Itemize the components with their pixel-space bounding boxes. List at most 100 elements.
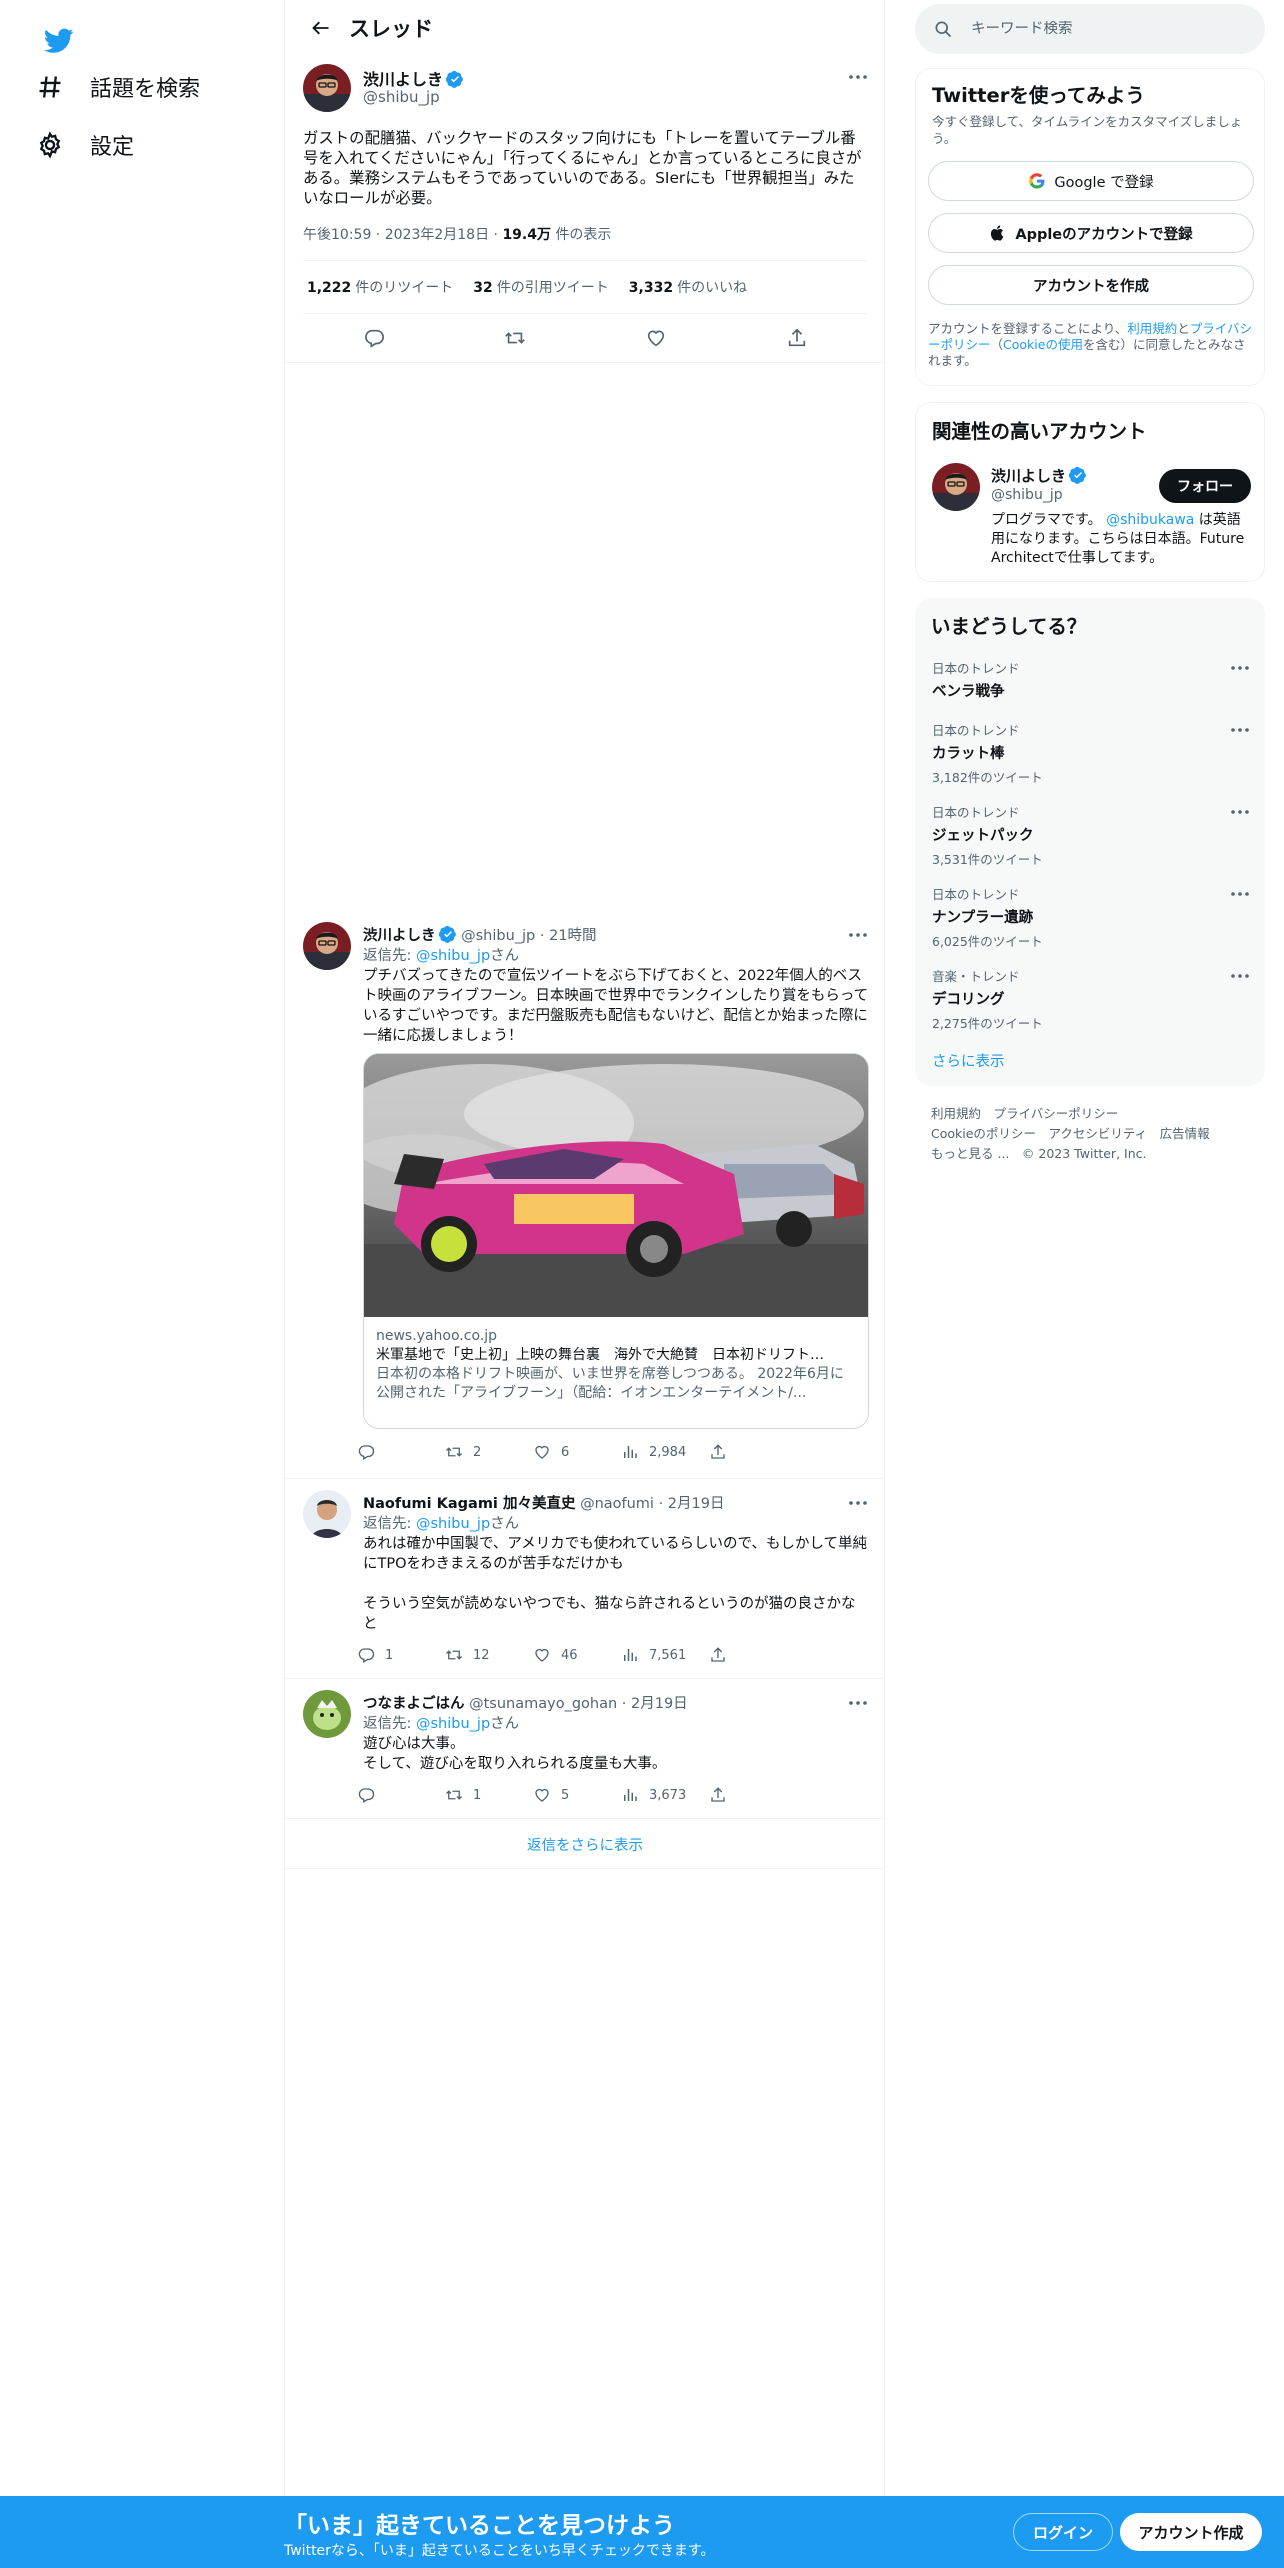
reply-button[interactable] (357, 1786, 445, 1804)
reply-button[interactable]: 1 (357, 1646, 445, 1664)
reply-author[interactable]: つなまよごはん @tsunamayo_gohan · 2月19日 (363, 1692, 688, 1713)
reply-actions: 1 5 3,673 (357, 1786, 797, 1804)
more-dots-icon[interactable] (1228, 884, 1252, 904)
arrow-left-icon (312, 21, 329, 35)
more-dots-icon[interactable] (1228, 966, 1252, 986)
footer-cookie-link[interactable]: Cookieのポリシー (931, 1126, 1036, 1141)
search-bar[interactable] (915, 4, 1265, 54)
author-name[interactable]: 渋川よしき (363, 66, 464, 90)
reply-text: 遊び心は大事。 そして、遊び心を取り入れられる度量も大事。 (363, 1736, 667, 1772)
retweet-button[interactable]: 12 (445, 1646, 533, 1664)
trend-item[interactable]: 日本のトレンド ベンラ戦争 (932, 658, 1252, 701)
terms-link[interactable]: 利用規約 (1127, 321, 1177, 336)
more-options-button[interactable] (841, 1486, 875, 1520)
reply-tweet[interactable]: Naofumi Kagami 加々美直史 @naofumi · 2月19日 返信… (285, 1478, 885, 1678)
avatar[interactable] (303, 1690, 351, 1738)
more-options-button[interactable] (841, 60, 875, 94)
avatar[interactable] (932, 463, 980, 511)
search-input[interactable] (971, 21, 1231, 37)
verified-badge-icon (438, 925, 456, 943)
show-more-replies-link[interactable]: 返信をさらに表示 (285, 1834, 885, 1855)
trends-show-more-link[interactable]: さらに表示 (932, 1050, 1005, 1071)
like-button[interactable]: 46 (533, 1646, 621, 1664)
reply-handle[interactable]: @shibu_jp (461, 928, 535, 944)
signup-button[interactable]: アカウント作成 (1120, 2513, 1262, 2551)
heart-icon (647, 330, 664, 347)
nav-settings[interactable]: 設定 (18, 117, 152, 173)
reply-handle[interactable]: @tsunamayo_gohan (469, 1696, 617, 1712)
login-button[interactable]: ログイン (1013, 2513, 1113, 2551)
apple-signup-button[interactable]: Appleのアカウントで登録 (928, 213, 1254, 253)
likes-stat[interactable]: 3,332 件のいいね (629, 277, 747, 297)
like-button[interactable] (638, 320, 674, 356)
reply-tweet[interactable]: つなまよごはん @tsunamayo_gohan · 2月19日 返信先: @s… (285, 1678, 885, 1818)
avatar[interactable] (303, 1490, 351, 1538)
reply-time[interactable]: 2月19日 (668, 1496, 725, 1512)
like-button[interactable]: 6 (533, 1443, 621, 1461)
cookie-link[interactable]: Cookieの使用 (1003, 337, 1083, 352)
share-button[interactable] (709, 1646, 797, 1664)
footer-copyright: © 2023 Twitter, Inc. (1021, 1146, 1147, 1161)
author-handle[interactable]: @shibu_jp (363, 88, 440, 106)
trend-item[interactable]: 日本のトレンド ジェットパック 3,531件のツイート (932, 802, 1252, 868)
footer-terms-link[interactable]: 利用規約 (931, 1106, 981, 1121)
related-name[interactable]: 渋川よしき (991, 465, 1087, 486)
reply-to-link[interactable]: @shibu_jp (416, 948, 490, 964)
related-handle[interactable]: @shibu_jp (991, 487, 1063, 503)
reply-time[interactable]: 2月19日 (631, 1696, 688, 1712)
reply-to-link[interactable]: @shibu_jp (416, 1516, 490, 1532)
retweet-button[interactable]: 2 (445, 1443, 533, 1461)
bio-mention-link[interactable]: @shibukawa (1106, 512, 1194, 528)
reply-author[interactable]: 渋川よしき @shibu_jp · 21時間 (363, 924, 597, 945)
quotes-stat[interactable]: 32 件の引用ツイート (473, 277, 608, 297)
reply-tweet[interactable]: 渋川よしき @shibu_jp · 21時間 返信先: @shibu_jpさん … (285, 912, 885, 1478)
google-signup-button[interactable]: Google で登録 (928, 161, 1254, 201)
footer-accessibility-link[interactable]: アクセシビリティ (1048, 1126, 1147, 1141)
views-button[interactable]: 3,673 (621, 1786, 709, 1804)
reply-to-link[interactable]: @shibu_jp (416, 1716, 490, 1732)
avatar[interactable] (303, 922, 351, 970)
share-button[interactable] (709, 1786, 797, 1804)
avatar[interactable] (303, 64, 351, 112)
google-logo-icon (1029, 173, 1045, 189)
more-dots-icon[interactable] (1228, 720, 1252, 740)
more-dots-icon[interactable] (1228, 658, 1252, 678)
trend-item[interactable]: 日本のトレンド カラット棒 3,182件のツイート (932, 720, 1252, 786)
back-button[interactable] (293, 0, 349, 56)
more-options-button[interactable] (841, 918, 875, 952)
nav-explore[interactable]: 話題を検索 (18, 59, 218, 115)
footer-privacy-link[interactable]: プライバシーポリシー (994, 1106, 1119, 1121)
reply-handle[interactable]: @naofumi (580, 1496, 654, 1512)
like-button[interactable]: 5 (533, 1786, 621, 1804)
follow-button[interactable]: フォロー (1159, 469, 1251, 503)
tweet-date[interactable]: 2023年2月18日 (385, 227, 489, 243)
footer-ads-link[interactable]: 広告情報 (1160, 1126, 1210, 1141)
share-button[interactable] (709, 1443, 797, 1461)
create-account-button[interactable]: アカウントを作成 (928, 265, 1254, 305)
trend-item[interactable]: 日本のトレンド ナンプラー遺跡 6,025件のツイート (932, 884, 1252, 950)
left-nav: 話題を検索 設定 (0, 0, 284, 2496)
footer-more-link[interactable]: もっと見る ... (931, 1146, 1009, 1161)
retweets-stat[interactable]: 1,222 件のリツイート (307, 277, 453, 297)
link-card[interactable]: news.yahoo.co.jp 米軍基地で「史上初」上映の舞台裏 海外で大絶賛… (363, 1053, 869, 1429)
divider (285, 1818, 885, 1819)
more-dots-icon[interactable] (1228, 802, 1252, 822)
signup-box: Twitterを使ってみよう 今すぐ登録して、タイムラインをカスタマイズしましょ… (915, 68, 1265, 386)
share-icon (711, 1444, 725, 1459)
views-button[interactable]: 7,561 (621, 1646, 709, 1664)
share-button[interactable] (779, 320, 815, 356)
reply-button[interactable] (356, 320, 392, 356)
reply-button[interactable] (357, 1443, 445, 1461)
reply-time[interactable]: 21時間 (549, 928, 596, 944)
reply-actions: 2 6 2,984 (357, 1443, 797, 1461)
reply-author[interactable]: Naofumi Kagami 加々美直史 @naofumi · 2月19日 (363, 1492, 724, 1513)
tweet-stats: 1,222 件のリツイート 32 件の引用ツイート 3,332 件のいいね (307, 277, 747, 297)
link-card-image (364, 1054, 868, 1317)
tweet-time[interactable]: 午後10:59 (303, 227, 371, 243)
retweet-button[interactable]: 1 (445, 1786, 533, 1804)
views-label: 件の表示 (555, 227, 612, 243)
views-button[interactable]: 2,984 (621, 1443, 709, 1461)
trend-item[interactable]: 音楽・トレンド デコリング 2,275件のツイート (932, 966, 1252, 1032)
retweet-button[interactable] (497, 320, 533, 356)
more-options-button[interactable] (841, 1686, 875, 1720)
